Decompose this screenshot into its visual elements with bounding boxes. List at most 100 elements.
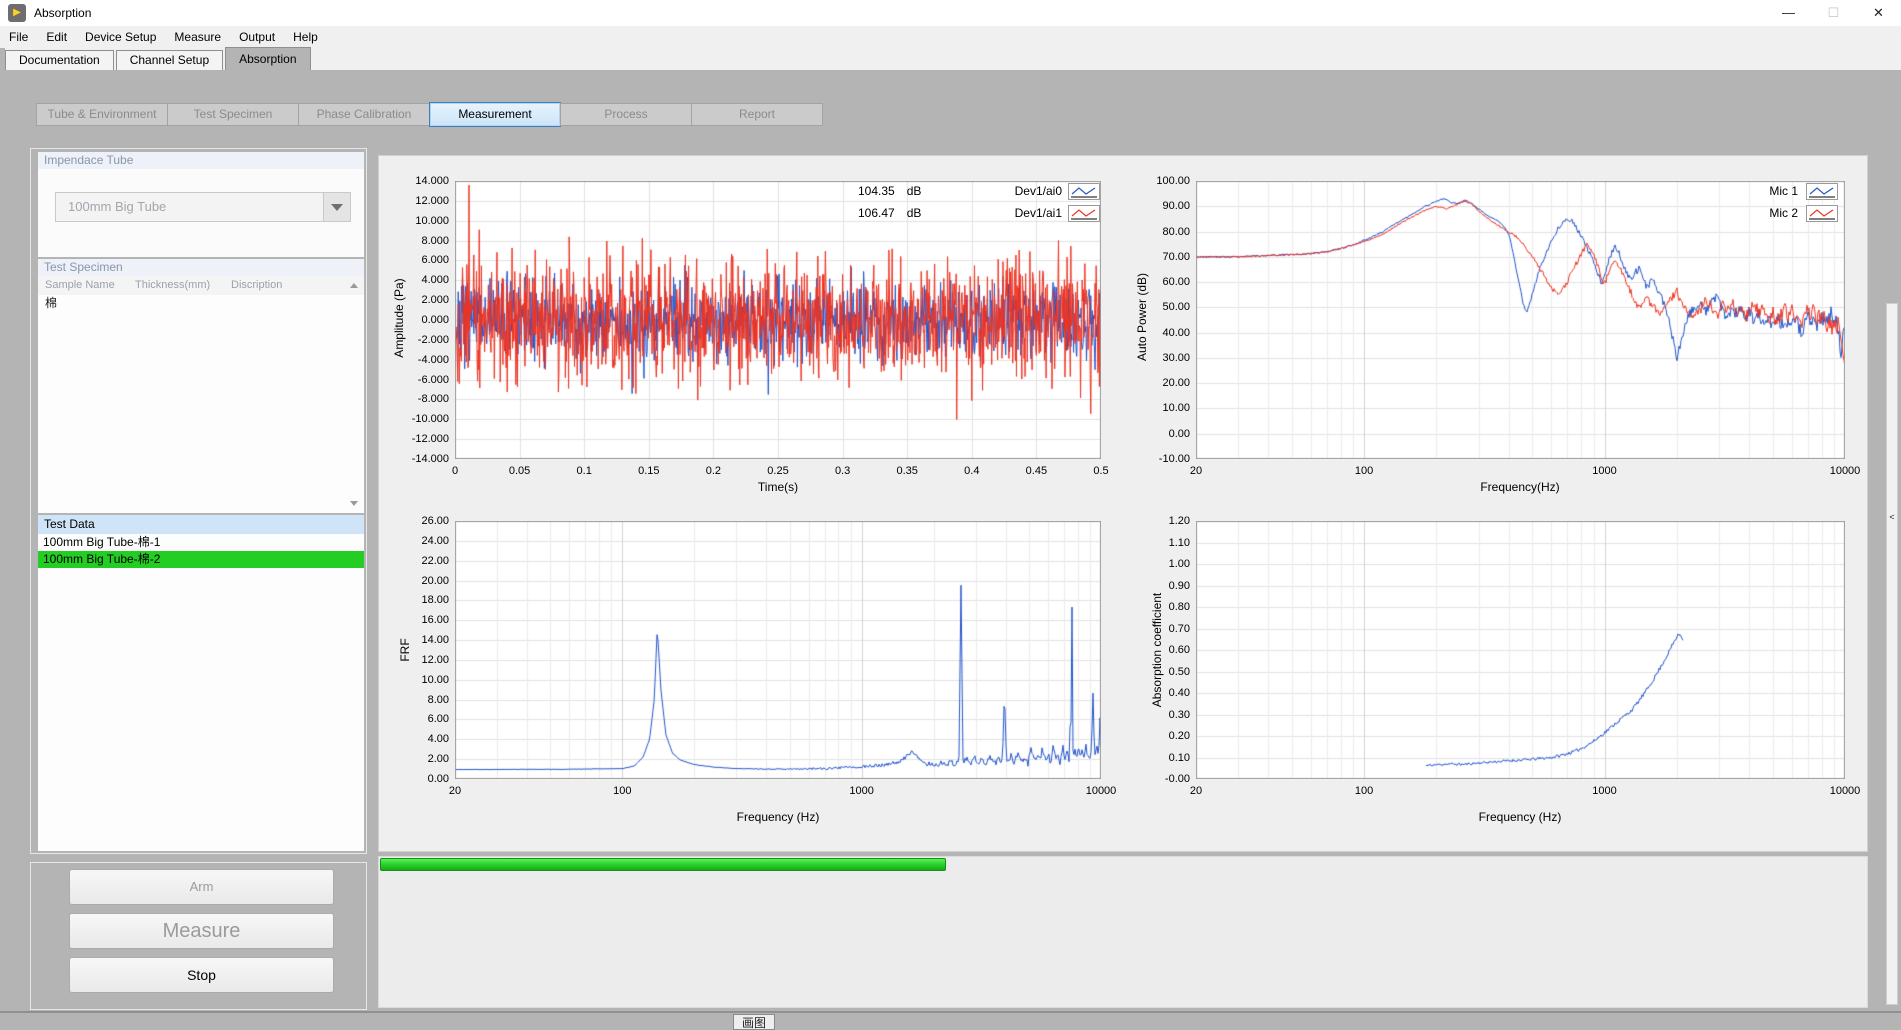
tab-documentation[interactable]: Documentation bbox=[5, 50, 114, 70]
axis-tick: 12.000 bbox=[389, 195, 449, 207]
chevron-down-icon[interactable] bbox=[323, 193, 350, 221]
menu-item-device-setup[interactable]: Device Setup bbox=[76, 26, 165, 48]
axis-tick: 0.2 bbox=[683, 465, 743, 477]
legend-label-dev1-ai0: Dev1/ai0 bbox=[992, 184, 1062, 198]
axis-tick: 4.000 bbox=[389, 274, 449, 286]
axis-tick: 40.00 bbox=[1130, 327, 1190, 339]
close-icon[interactable]: ✕ bbox=[1856, 0, 1901, 26]
axis-tick: 6.000 bbox=[389, 254, 449, 266]
chart4-x-axis-label: Frequency (Hz) bbox=[1440, 810, 1600, 824]
axis-tick: -14.000 bbox=[389, 453, 449, 465]
legend-label-mic2: Mic 2 bbox=[1742, 206, 1798, 220]
subtab-phase-calibration[interactable]: Phase Calibration bbox=[298, 103, 430, 126]
title-bar: ▶ Absorption — ☐ ✕ bbox=[0, 0, 1901, 26]
tube-select-value: 100mm Big Tube bbox=[56, 193, 350, 221]
axis-tick: 0.00 bbox=[1130, 428, 1190, 440]
legend-line-icon[interactable] bbox=[1806, 183, 1838, 200]
bottom-panel bbox=[378, 856, 1868, 1008]
action-buttons-panel: Arm Measure Stop bbox=[30, 862, 367, 1010]
axis-tick: 0.15 bbox=[619, 465, 679, 477]
chart3-x-axis-label: Frequency (Hz) bbox=[698, 810, 858, 824]
level-readout-ai0: 104.35dB bbox=[858, 184, 921, 198]
main-tabs: DocumentationChannel SetupAbsorption bbox=[5, 48, 1901, 70]
axis-tick: 100 bbox=[592, 785, 652, 797]
legend-line-icon[interactable] bbox=[1068, 183, 1100, 200]
axis-tick: 0.00 bbox=[389, 773, 449, 785]
axis-tick: 20.00 bbox=[389, 575, 449, 587]
axis-tick: 70.00 bbox=[1130, 251, 1190, 263]
axis-tick: 0.35 bbox=[877, 465, 937, 477]
chevron-left-icon: < bbox=[1887, 512, 1897, 522]
specimen-column-header: Discription bbox=[224, 276, 344, 295]
menu-item-help[interactable]: Help bbox=[284, 26, 327, 48]
tab-channel-setup[interactable]: Channel Setup bbox=[116, 50, 223, 70]
axis-tick: 10.00 bbox=[389, 674, 449, 686]
axis-tick: 0.5 bbox=[1071, 465, 1131, 477]
frf-graph bbox=[455, 521, 1101, 779]
menu-item-edit[interactable]: Edit bbox=[37, 26, 76, 48]
axis-tick: 16.00 bbox=[389, 614, 449, 626]
subtab-test-specimen[interactable]: Test Specimen bbox=[167, 103, 299, 126]
menu-item-measure[interactable]: Measure bbox=[165, 26, 230, 48]
axis-tick: 1000 bbox=[1575, 465, 1635, 477]
test-data-header: Test Data bbox=[38, 515, 364, 534]
left-panel: Impendace Tube 100mm Big Tube Test Speci… bbox=[30, 148, 367, 854]
subtab-tube-environment[interactable]: Tube & Environment bbox=[36, 103, 168, 126]
subtab-report[interactable]: Report bbox=[691, 103, 823, 126]
level-readout-ai1: 106.47dB bbox=[858, 206, 921, 220]
axis-tick: 100.00 bbox=[1130, 175, 1190, 187]
axis-tick: 0.70 bbox=[1130, 623, 1190, 635]
axis-tick: 1.20 bbox=[1130, 515, 1190, 527]
bottom-divider bbox=[0, 1011, 1901, 1013]
list-item[interactable]: 100mm Big Tube-棉-2 bbox=[38, 551, 364, 568]
axis-tick: 0.05 bbox=[490, 465, 550, 477]
axis-tick: 10.00 bbox=[1130, 402, 1190, 414]
legend-line-icon[interactable] bbox=[1068, 205, 1100, 222]
axis-tick: 1.10 bbox=[1130, 537, 1190, 549]
time-waveform-graph bbox=[455, 181, 1101, 459]
test-specimen-table: Sample NameThickness(mm)Discription 棉 bbox=[38, 276, 364, 513]
menu-item-file[interactable]: File bbox=[0, 26, 37, 48]
tab-absorption[interactable]: Absorption bbox=[225, 47, 310, 70]
legend-line-icon[interactable] bbox=[1806, 205, 1838, 222]
axis-tick: 0.30 bbox=[1130, 709, 1190, 721]
stop-button[interactable]: Stop bbox=[69, 957, 334, 993]
axis-tick: 100 bbox=[1334, 465, 1394, 477]
list-item[interactable]: 100mm Big Tube-棉-1 bbox=[38, 534, 364, 551]
axis-tick: 8.000 bbox=[389, 235, 449, 247]
specimen-column-header: Sample Name bbox=[38, 276, 128, 295]
chart2-x-axis-label: Frequency(Hz) bbox=[1440, 480, 1600, 494]
tube-select-dropdown[interactable]: 100mm Big Tube bbox=[55, 192, 351, 222]
subtab-process[interactable]: Process bbox=[560, 103, 692, 126]
absorption-subtabs: Tube & EnvironmentTest SpecimenPhase Cal… bbox=[37, 103, 823, 126]
subtab-measurement[interactable]: Measurement bbox=[429, 102, 561, 127]
axis-tick: -8.000 bbox=[389, 393, 449, 405]
axis-tick: 80.00 bbox=[1130, 226, 1190, 238]
window-title: Absorption bbox=[34, 0, 91, 26]
legend-label-dev1-ai1: Dev1/ai1 bbox=[992, 206, 1062, 220]
axis-tick: 10.000 bbox=[389, 215, 449, 227]
app-icon: ▶ bbox=[8, 4, 26, 22]
right-splitter[interactable]: < bbox=[1886, 303, 1898, 1005]
menu-item-output[interactable]: Output bbox=[230, 26, 284, 48]
axis-tick: 1000 bbox=[1575, 785, 1635, 797]
axis-tick: -6.000 bbox=[389, 374, 449, 386]
axis-tick: 10000 bbox=[1071, 785, 1131, 797]
table-row[interactable]: 棉 bbox=[38, 295, 364, 312]
axis-tick: 100 bbox=[1334, 785, 1394, 797]
axis-tick: 2.00 bbox=[389, 753, 449, 765]
axis-tick: 0.10 bbox=[1130, 752, 1190, 764]
measure-button[interactable]: Measure bbox=[69, 913, 334, 949]
specimen-table-body: 棉 bbox=[38, 295, 364, 312]
minimize-icon[interactable]: — bbox=[1766, 0, 1811, 26]
axis-tick: 90.00 bbox=[1130, 200, 1190, 212]
scroll-down-icon[interactable] bbox=[350, 501, 358, 506]
maximize-icon[interactable]: ☐ bbox=[1811, 0, 1856, 26]
specimen-column-header: Thickness(mm) bbox=[128, 276, 224, 295]
scroll-up-icon[interactable] bbox=[350, 283, 358, 288]
axis-tick: 0.20 bbox=[1130, 730, 1190, 742]
axis-tick: 1.00 bbox=[1130, 558, 1190, 570]
axis-tick: 20 bbox=[1166, 785, 1226, 797]
absorption-coefficient-graph bbox=[1196, 521, 1845, 779]
arm-button[interactable]: Arm bbox=[69, 869, 334, 905]
